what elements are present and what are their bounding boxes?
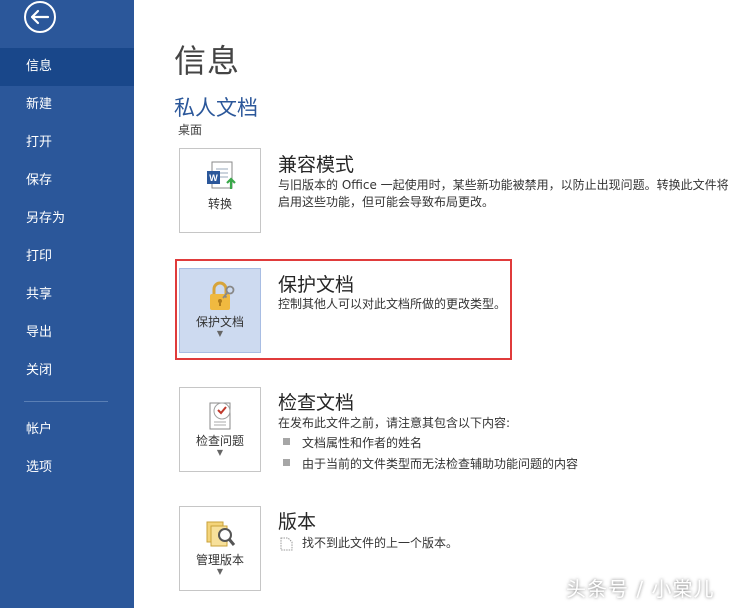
checklist-icon (204, 398, 238, 432)
highlight-box (175, 259, 512, 360)
bullet-icon (283, 459, 290, 466)
chevron-down-icon: ▼ (216, 448, 224, 457)
inspect-document-desc: 在发布此文件之前，请注意其包含以下内容: (278, 416, 511, 430)
check-issues-label: 检查问题 (195, 434, 244, 448)
manage-versions-button[interactable]: 管理版本 ▼ (179, 506, 261, 591)
chevron-down-icon: ▼ (216, 567, 224, 576)
nav-item-share[interactable]: 共享 (0, 276, 134, 314)
nav-item-options[interactable]: 选项 (0, 449, 134, 487)
nav-item-account[interactable]: 帐户 (0, 411, 134, 449)
convert-label: 转换 (207, 197, 232, 211)
word-convert-icon: W (204, 159, 238, 193)
page-title: 信息 (174, 42, 241, 80)
nav-item-print[interactable]: 打印 (0, 238, 134, 276)
back-arrow-icon[interactable] (23, 0, 57, 34)
document-location[interactable]: 桌面 (178, 121, 202, 138)
nav-item-open[interactable]: 打开 (0, 124, 134, 162)
inspect-item: 文档属性和作者的姓名 (302, 436, 423, 450)
compat-mode-title: 兼容模式 (278, 154, 355, 176)
compat-mode-desc: 与旧版本的 Office 一起使用时，某些新功能被禁用，以防止出现问题。转换此文… (278, 178, 729, 209)
watermark-text: 头条号 / 小棠儿 (566, 577, 715, 601)
backstage-sidebar: 信息 新建 打开 保存 另存为 打印 共享 导出 关闭 帐户 选项 (0, 0, 134, 608)
nav-item-new[interactable]: 新建 (0, 86, 134, 124)
nav-item-info[interactable]: 信息 (0, 48, 134, 86)
convert-button[interactable]: W 转换 (179, 148, 261, 233)
nav-item-close[interactable]: 关闭 (0, 352, 134, 390)
versions-desc: 找不到此文件的上一个版本。 (302, 536, 459, 550)
document-icon (280, 536, 293, 555)
versions-search-icon (204, 517, 238, 551)
nav-item-export[interactable]: 导出 (0, 314, 134, 352)
bullet-icon (283, 438, 290, 445)
versions-title: 版本 (278, 511, 317, 533)
inspect-document-title: 检查文档 (278, 392, 355, 414)
svg-text:W: W (209, 173, 218, 183)
nav-item-save-as[interactable]: 另存为 (0, 200, 134, 238)
nav-divider (24, 401, 108, 402)
document-name: 私人文档 (174, 96, 258, 120)
nav-item-save[interactable]: 保存 (0, 162, 134, 200)
check-issues-button[interactable]: 检查问题 ▼ (179, 387, 261, 472)
manage-versions-label: 管理版本 (195, 553, 244, 567)
inspect-item: 由于当前的文件类型而无法检查辅助功能问题的内容 (302, 457, 579, 471)
